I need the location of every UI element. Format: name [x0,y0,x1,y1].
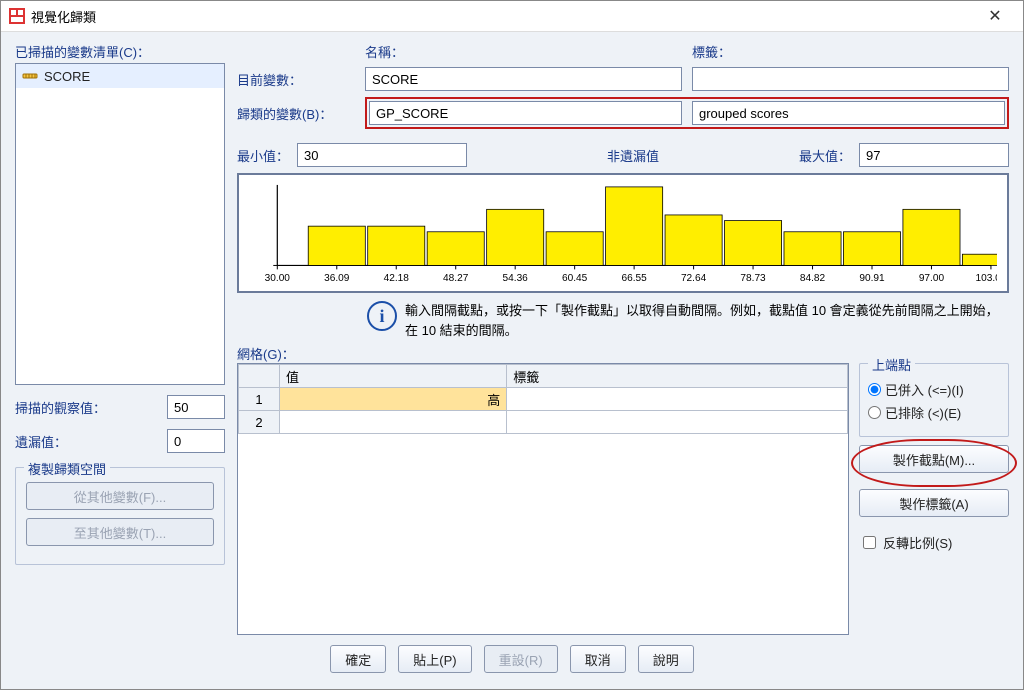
from-other-var-button: 從其他變數(F)... [26,482,214,510]
window-title: 視覺化歸類 [31,7,975,26]
info-row: i 輸入間隔截點，或按一下「製作截點」以取得自動間隔。例如，截點值 10 會定義… [367,301,1009,340]
radio-excluded[interactable]: 已排除 (<)(E) [868,403,1000,422]
missing-row: 遺漏值： [15,429,225,453]
list-item[interactable]: SCORE [16,64,224,88]
scanned-count-row: 掃描的觀察值： [15,395,225,419]
missing-field [167,429,225,453]
min-label: 最小值： [237,146,289,165]
reverse-scale[interactable]: 反轉比例(S) [859,533,1009,552]
cell-value[interactable]: 高 [280,388,507,411]
copy-bins-legend: 複製歸類空間 [24,459,110,478]
cell-label[interactable] [507,388,848,411]
grid-corner [239,365,280,388]
current-variable-row: 目前變數： [237,67,1009,91]
current-var-name [365,67,682,91]
svg-text:78.73: 78.73 [740,273,766,284]
cell-value[interactable] [280,411,507,434]
grid-col-label[interactable]: 標籤 [507,365,848,388]
radio-excluded-input[interactable] [868,406,881,419]
reverse-scale-checkbox[interactable] [863,536,876,549]
binned-var-label: 歸類的變數(B)： [237,104,357,123]
table-row[interactable]: 2 [239,411,848,434]
upper-endpoints-group: 上端點 已併入 (<=)(I) 已排除 (<)(E) [859,363,1009,437]
upper-endpoints-legend: 上端點 [868,355,915,374]
button-bar: 確定 貼上(P) 重設(R) 取消 說明 [15,635,1009,679]
svg-text:48.27: 48.27 [443,273,469,284]
app-icon [9,8,25,24]
scale-icon [22,68,38,84]
histogram: 30.00 36.09 42.18 48.27 54.36 60.45 66.55 72.64… [237,173,1009,293]
current-var-tag [692,67,1009,91]
radio-included-input[interactable] [868,383,881,396]
svg-text:97.00: 97.00 [919,273,945,284]
label-header: 標籤： [692,42,1009,61]
svg-text:42.18: 42.18 [384,273,410,284]
max-field [859,143,1009,167]
svg-text:84.82: 84.82 [800,273,826,284]
main-area: 已掃描的變數清單(C)： SCORE 掃描的觀察值： 遺漏值： [15,42,1009,635]
binned-var-name[interactable] [369,101,682,125]
make-cutpoints-button[interactable]: 製作截點(M)... [859,445,1009,473]
histogram-svg: 30.00 36.09 42.18 48.27 54.36 60.45 66.55 72.64… [249,181,997,289]
svg-text:36.09: 36.09 [324,273,350,284]
cancel-button[interactable]: 取消 [570,645,626,673]
info-text: 輸入間隔截點，或按一下「製作截點」以取得自動間隔。例如，截點值 10 會定義從先… [405,301,1009,340]
help-button[interactable]: 說明 [638,645,694,673]
binned-variable-row: 歸類的變數(B)： [237,97,1009,129]
binned-var-tag[interactable] [692,101,1005,125]
grid-section: 值 標籤 1高2 上端點 [237,363,1009,635]
grid-table[interactable]: 值 標籤 1高2 [237,363,849,635]
radio-included[interactable]: 已併入 (<=)(I) [868,380,1000,399]
missing-label: 遺漏值： [15,432,161,451]
info-icon: i [367,301,397,331]
title-bar: 視覺化歸類 ✕ [1,1,1023,32]
svg-text:103.09: 103.09 [975,273,997,284]
svg-text:30.00: 30.00 [265,273,291,284]
scanned-list-label: 已掃描的變數清單(C)： [15,42,225,61]
scanned-variable-list[interactable]: SCORE [15,63,225,385]
close-button[interactable]: ✕ [975,1,1015,31]
max-label: 最大值： [799,146,851,165]
table-row[interactable]: 1高 [239,388,848,411]
scanned-count-field [167,395,225,419]
reset-button: 重設(R) [484,645,558,673]
min-field [297,143,467,167]
grid-left: 值 標籤 1高2 [237,363,849,635]
grid-right: 上端點 已併入 (<=)(I) 已排除 (<)(E) 製作截點(M) [859,363,1009,635]
row-header[interactable]: 2 [239,411,280,434]
copy-bins-group: 複製歸類空間 從其他變數(F)... 至其他變數(T)... [15,467,225,565]
make-labels-button[interactable]: 製作標籤(A) [859,489,1009,517]
paste-button[interactable]: 貼上(P) [398,645,471,673]
right-panel: 名稱： 標籤： 目前變數： 歸類的變數(B)： [237,42,1009,635]
scanned-count-label: 掃描的觀察值： [15,398,161,417]
name-header: 名稱： [365,42,682,61]
dialog-body: 已掃描的變數清單(C)： SCORE 掃描的觀察值： 遺漏值： [1,32,1023,689]
left-panel: 已掃描的變數清單(C)： SCORE 掃描的觀察值： 遺漏值： [15,42,225,635]
svg-text:54.36: 54.36 [503,273,529,284]
svg-text:90.91: 90.91 [859,273,885,284]
to-other-var-button: 至其他變數(T)... [26,518,214,546]
svg-text:60.45: 60.45 [562,273,588,284]
grid-col-value[interactable]: 值 [280,365,507,388]
current-var-label: 目前變數： [237,70,357,89]
list-item-label: SCORE [44,69,90,84]
row-header[interactable]: 1 [239,388,280,411]
cell-label[interactable] [507,411,848,434]
ok-button[interactable]: 確定 [330,645,386,673]
nonmissing-label: 非遺漏值 [475,146,791,165]
svg-text:72.64: 72.64 [681,273,707,284]
svg-text:66.55: 66.55 [621,273,647,284]
min-max-row: 最小值： 非遺漏值 最大值： [237,143,1009,167]
column-headers: 名稱： 標籤： [237,42,1009,61]
visual-binning-dialog: 視覺化歸類 ✕ 已掃描的變數清單(C)： SCORE 掃描的觀察值： [0,0,1024,690]
